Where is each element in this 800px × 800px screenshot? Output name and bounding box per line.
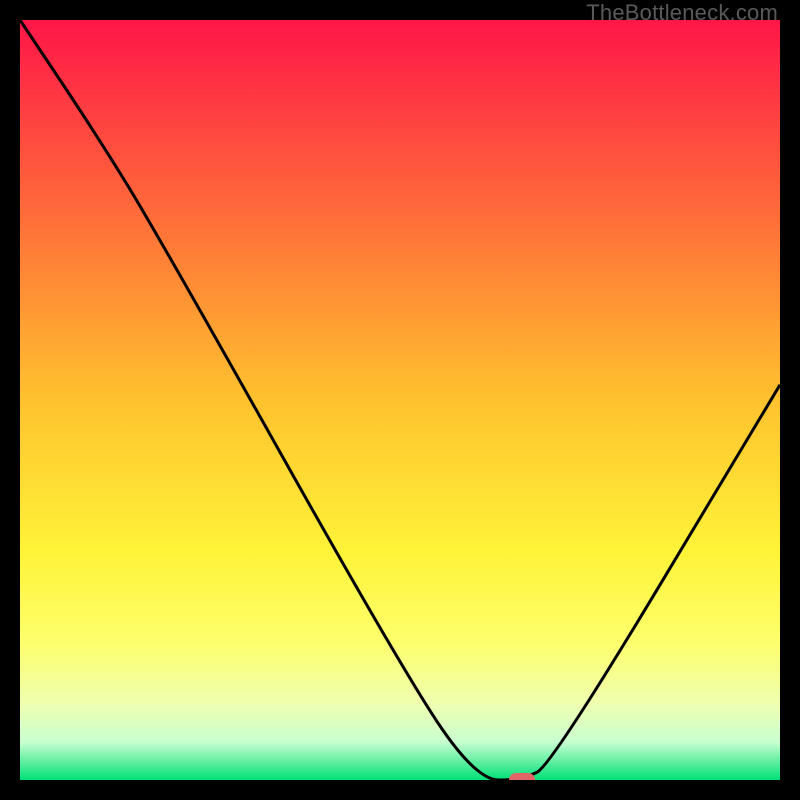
curve-layer	[20, 20, 780, 780]
bottleneck-curve	[20, 20, 780, 780]
plot-area	[20, 20, 780, 780]
optimal-point-marker	[509, 773, 535, 780]
watermark-text: TheBottleneck.com	[586, 0, 778, 26]
chart-frame: TheBottleneck.com	[0, 0, 800, 800]
